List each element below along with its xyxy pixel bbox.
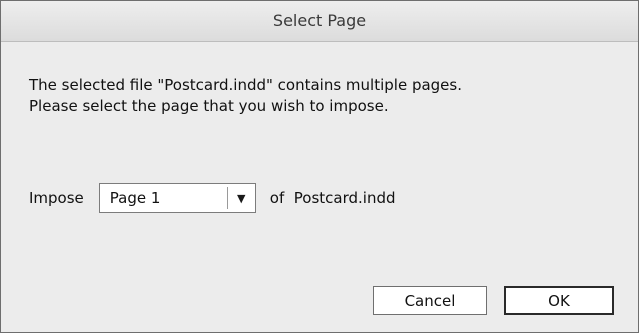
- message-line-1: The selected file "Postcard.indd" contai…: [29, 76, 462, 94]
- of-filename-text: of Postcard.indd: [269, 189, 396, 207]
- dialog-message: The selected file "Postcard.indd" contai…: [29, 75, 462, 117]
- dropdown-arrow-icon[interactable]: ▼: [228, 184, 255, 212]
- impose-label: Impose: [29, 189, 84, 207]
- dialog-title: Select Page: [272, 10, 367, 30]
- ok-button[interactable]: OK: [504, 286, 614, 315]
- message-line-2: Please select the page that you wish to …: [29, 97, 389, 115]
- impose-row: Impose Page 1 ▼ of Postcard.indd: [29, 181, 396, 215]
- cancel-button[interactable]: Cancel: [373, 286, 487, 315]
- title-bar[interactable]: Select Page: [1, 1, 638, 42]
- select-page-dialog: Select Page The selected file "Postcard.…: [0, 0, 639, 333]
- page-select-dropdown[interactable]: Page 1 ▼: [98, 183, 256, 213]
